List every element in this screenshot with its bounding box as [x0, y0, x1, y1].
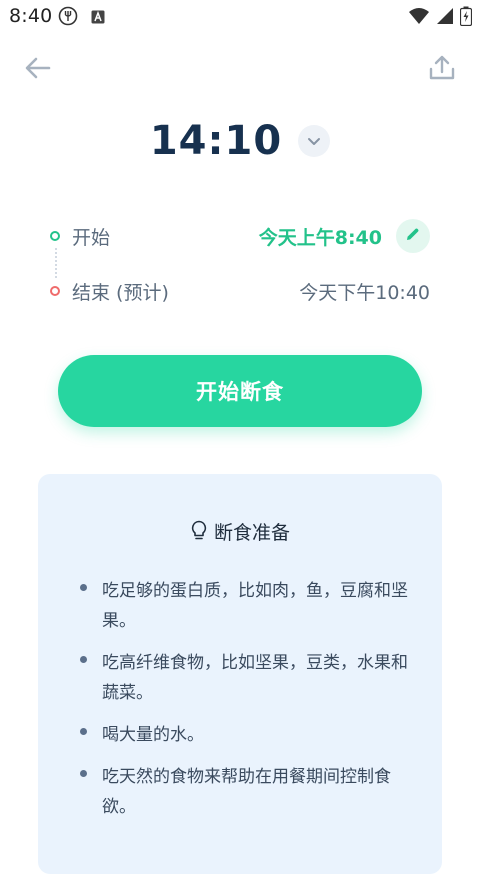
tips-list: 吃足够的蛋白质，比如肉，鱼，豆腐和坚果。 吃高纤维食物，比如坚果，豆类，水果和蔬… [80, 576, 412, 834]
fork-knife-notification-icon [58, 6, 78, 26]
end-label: 结束 (预计) [72, 281, 169, 304]
end-time-row: 结束 (预计) 今天下午10:40 [50, 275, 430, 307]
tips-title: 断食准备 [213, 522, 290, 544]
end-dot-icon [50, 286, 60, 296]
fasting-tips-card: 断食准备 吃足够的蛋白质，比如肉，鱼，豆腐和坚果。 吃高纤维食物，比如坚果，豆类… [38, 474, 442, 874]
end-time-value: 今天下午10:40 [299, 281, 430, 304]
tip-item: 吃天然的食物来帮助在用餐期间控制食欲。 [80, 762, 412, 822]
share-icon [429, 55, 455, 85]
tip-item: 吃高纤维食物，比如坚果，豆类，水果和蔬菜。 [80, 648, 412, 708]
signal-icon [436, 7, 454, 29]
status-right-icons [408, 6, 473, 30]
battery-charging-icon [459, 6, 473, 30]
duration-value: 14:10 [149, 118, 283, 164]
timeline-connector [55, 248, 57, 278]
start-fasting-button[interactable]: 开始断食 [58, 355, 422, 427]
pencil-icon [405, 226, 421, 246]
arrow-left-icon [25, 57, 51, 83]
start-label: 开始 [72, 226, 111, 249]
status-time: 8:40 [9, 5, 53, 27]
start-dot-icon [50, 231, 60, 241]
start-time-value[interactable]: 今天上午8:40 [259, 223, 382, 250]
wifi-icon [408, 7, 430, 29]
status-bar: 8:40 [0, 0, 480, 32]
tip-item: 吃足够的蛋白质，比如肉，鱼，豆腐和坚果。 [80, 576, 412, 636]
edit-start-time-button[interactable] [396, 219, 430, 253]
a-notification-icon [91, 9, 105, 24]
tip-item: 喝大量的水。 [80, 720, 412, 750]
share-button[interactable] [420, 48, 464, 92]
duration-dropdown-button[interactable] [298, 125, 331, 157]
back-button[interactable] [16, 48, 60, 92]
tips-header: 断食准备 [38, 518, 442, 545]
chevron-down-icon [307, 132, 321, 151]
start-time-row: 开始 今天上午8:40 [50, 219, 430, 253]
fasting-duration: 14:10 [0, 118, 480, 164]
lightbulb-icon [190, 520, 208, 544]
